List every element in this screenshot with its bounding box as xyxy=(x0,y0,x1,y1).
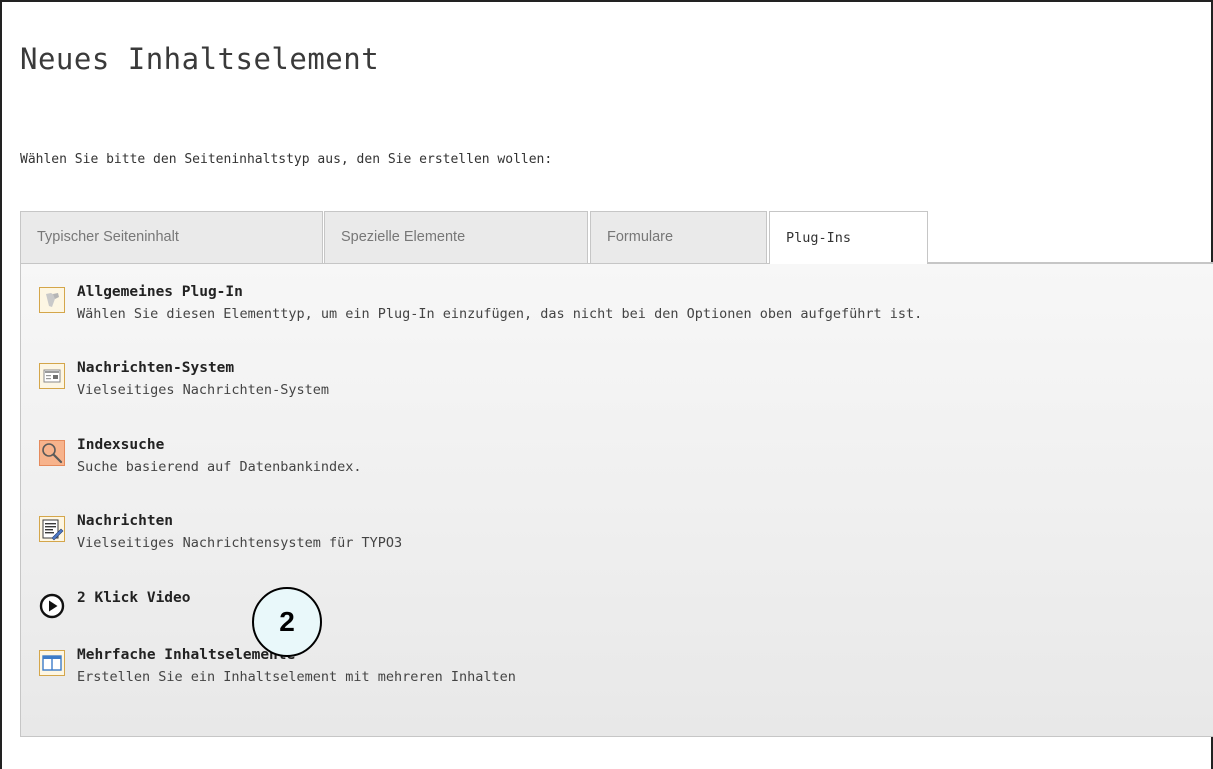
item-description: Erstellen Sie ein Inhaltselement mit meh… xyxy=(77,669,516,685)
columns-icon xyxy=(39,650,65,676)
item-description: Wählen Sie diesen Elementtyp, um ein Plu… xyxy=(77,306,923,322)
item-title: Allgemeines Plug-In xyxy=(77,284,243,300)
item-title: Mehrfache Inhaltselemente xyxy=(77,647,296,663)
tab-typischer-seiteninhalt[interactable]: Typischer Seiteninhalt xyxy=(20,211,323,263)
tab-formulare[interactable]: Formulare xyxy=(590,211,767,263)
list-item-nachrichten[interactable]: Nachrichten Vielseitiges Nachrichtensyst… xyxy=(37,513,1207,563)
item-description: Vielseitiges Nachrichten-System xyxy=(77,382,329,398)
item-description: Vielseitiges Nachrichtensystem für TYPO3 xyxy=(77,535,403,551)
list-item-indexsuche[interactable]: Indexsuche Suche basierend auf Datenbank… xyxy=(37,437,1207,487)
step-number-callout: 2 xyxy=(252,587,322,657)
plugin-icon xyxy=(39,287,65,313)
tab-plug-ins[interactable]: Plug-Ins xyxy=(769,211,928,264)
list-item-2-klick-video[interactable]: 2 Klick Video xyxy=(37,590,1207,620)
instruction-text: Wählen Sie bitte den Seiteninhaltstyp au… xyxy=(20,152,553,167)
news-document-icon xyxy=(39,516,65,542)
item-description: Suche basierend auf Datenbankindex. xyxy=(77,459,362,475)
item-title: Indexsuche xyxy=(77,437,165,453)
play-circle-icon xyxy=(39,593,65,619)
item-title: Nachrichten xyxy=(77,513,174,529)
list-item-mehrfache-inhaltselemente[interactable]: Mehrfache Inhaltselemente Erstellen Sie … xyxy=(37,647,1207,697)
list-item-allgemeines-plugin[interactable]: Allgemeines Plug-In Wählen Sie diesen El… xyxy=(37,284,1207,334)
plugin-list-panel: Allgemeines Plug-In Wählen Sie diesen El… xyxy=(20,263,1213,737)
list-item-nachrichten-system[interactable]: Nachrichten-System Vielseitiges Nachrich… xyxy=(37,360,1207,410)
tab-spezielle-elemente[interactable]: Spezielle Elemente xyxy=(324,211,588,263)
item-title: 2 Klick Video xyxy=(77,590,191,606)
page-title: Neues Inhaltselement xyxy=(20,42,380,76)
content-type-tabs: Typischer Seiteninhalt Spezielle Element… xyxy=(20,211,1213,264)
item-title: Nachrichten-System xyxy=(77,360,235,376)
news-system-icon xyxy=(39,363,65,389)
magnifier-icon xyxy=(39,440,65,466)
